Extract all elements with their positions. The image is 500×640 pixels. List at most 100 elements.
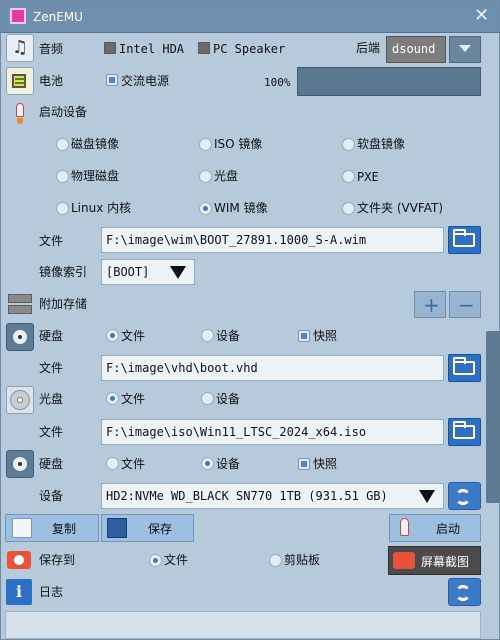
app-icon [10, 8, 26, 24]
log-area[interactable] [5, 611, 481, 639]
folder-icon [453, 357, 475, 375]
boot-option-label: 软盘镜像 [357, 137, 406, 151]
disk1-browse-button[interactable] [448, 354, 481, 382]
rocket-icon [10, 102, 30, 126]
remove-storage-button[interactable]: − [449, 291, 481, 318]
disk1-snapshot-label: 快照 [313, 329, 338, 343]
info-icon: i [6, 579, 32, 605]
disk2-file-label: 文件 [121, 457, 146, 471]
disk2-device-field-label: 设备 [39, 489, 64, 503]
cd-file-input[interactable]: F:\image\iso\Win11_LTSC_2024_x64.iso [101, 419, 444, 445]
screenshot-file-label: 文件 [164, 553, 189, 567]
folder-icon [453, 229, 475, 247]
copy-button[interactable]: 复制 [5, 514, 99, 542]
log-label: 日志 [39, 585, 64, 599]
backend-select[interactable]: dsound [386, 36, 446, 63]
intel-hda-label: Intel HDA [119, 42, 185, 56]
disk2-device-select[interactable]: HD2:NVMe WD_BLACK SN770 1TB (931.51 GB) [101, 483, 444, 509]
disk2-file-radio[interactable] [106, 457, 119, 470]
close-icon: ✕ [474, 5, 490, 26]
screenshot-button[interactable]: 屏幕截图 [388, 546, 481, 575]
disk1-snapshot-checkbox[interactable] [298, 330, 310, 342]
screenshot-clipboard-radio[interactable] [269, 554, 282, 567]
boot-file-label: 文件 [39, 234, 64, 248]
boot-option-radio[interactable] [199, 138, 212, 151]
boot-option-label: Linux 内核 [71, 201, 132, 215]
folder-icon [453, 421, 475, 439]
server-icon [8, 293, 32, 315]
ac-power-checkbox[interactable] [106, 74, 118, 86]
disk1-file-label: 文件 [121, 329, 146, 343]
screenshot-clipboard-label: 剪贴板 [284, 553, 321, 567]
app-title: ZenEMU [33, 10, 83, 24]
disk1-file-radio[interactable] [106, 329, 119, 342]
disk2-refresh-button[interactable] [448, 482, 481, 510]
battery-level-bar[interactable] [297, 67, 481, 96]
camera-icon [393, 552, 415, 569]
boot-option-radio[interactable] [342, 202, 355, 215]
boot-option-radio-selected[interactable] [199, 202, 212, 215]
add-storage-button[interactable]: + [414, 291, 446, 318]
boot-option-radio[interactable] [56, 202, 69, 215]
boot-option-label: 磁盘镜像 [71, 137, 120, 151]
refresh-icon [455, 585, 471, 601]
cd-file-radio[interactable] [106, 392, 119, 405]
boot-file-input[interactable]: F:\image\wim\BOOT_27891.1000_S-A.wim [101, 227, 444, 253]
boot-option-radio[interactable] [56, 170, 69, 183]
hard-disk-icon [6, 450, 34, 478]
battery-icon [6, 67, 34, 95]
pc-speaker-checkbox[interactable] [198, 42, 210, 54]
cd-type-label: 光盘 [39, 392, 64, 406]
start-button[interactable]: 启动 [389, 514, 481, 542]
boot-device-label: 启动设备 [39, 105, 88, 119]
refresh-icon [455, 489, 471, 505]
disk1-file-input[interactable]: F:\image\vhd\boot.vhd [101, 355, 444, 381]
boot-option-label: PXE [357, 170, 379, 184]
optical-disc-icon [6, 386, 34, 414]
close-button[interactable]: ✕ [471, 5, 493, 27]
disk2-type-label: 硬盘 [39, 457, 64, 471]
boot-option-radio[interactable] [342, 138, 355, 151]
cd-device-radio[interactable] [201, 392, 214, 405]
chevron-down-icon [170, 266, 186, 279]
boot-option-radio[interactable] [342, 170, 355, 183]
camera-icon [7, 551, 31, 569]
save-button[interactable]: 保存 [101, 514, 194, 542]
backend-dropdown-button[interactable] [449, 36, 481, 63]
save-to-label: 保存到 [39, 553, 76, 567]
copy-icon [12, 518, 32, 538]
ac-power-label: 交流电源 [121, 74, 170, 88]
disk2-snapshot-label: 快照 [313, 457, 338, 471]
disk1-device-label: 设备 [216, 329, 241, 343]
chevron-down-icon [419, 490, 435, 503]
plus-icon: + [423, 293, 440, 317]
disk2-device-label: 设备 [216, 457, 241, 471]
scrollbar-thumb[interactable] [486, 331, 500, 503]
boot-option-radio[interactable] [56, 138, 69, 151]
intel-hda-checkbox[interactable] [104, 42, 116, 54]
disk1-device-radio[interactable] [201, 329, 214, 342]
log-refresh-button[interactable] [448, 578, 481, 606]
disk2-device-radio[interactable] [201, 457, 214, 470]
disk2-snapshot-checkbox[interactable] [298, 458, 310, 470]
boot-option-label: 物理磁盘 [71, 169, 120, 183]
boot-option-label: 文件夹 (VVFAT) [357, 201, 444, 215]
music-note-icon: ♫ [6, 34, 34, 62]
boot-file-browse-button[interactable] [448, 226, 481, 254]
cd-browse-button[interactable] [448, 418, 481, 446]
disk1-type-label: 硬盘 [39, 329, 64, 343]
boot-option-label: WIM 镜像 [214, 201, 268, 215]
screenshot-file-radio[interactable] [149, 554, 162, 567]
chevron-down-icon [459, 45, 471, 52]
title-bar[interactable]: ZenEMU ✕ [1, 1, 499, 33]
hard-disk-icon [6, 323, 34, 351]
boot-option-label: 光盘 [214, 169, 239, 183]
main-window: ZenEMU ✕ ♫ 音频 Intel HDA PC Speaker 后端 ds… [0, 0, 500, 640]
rocket-icon [400, 518, 409, 536]
boot-option-radio[interactable] [199, 170, 212, 183]
audio-label: 音频 [39, 42, 64, 56]
battery-level-text: 100% [264, 76, 291, 89]
cd-device-label: 设备 [216, 392, 241, 406]
additional-storage-label: 附加存储 [39, 297, 88, 311]
image-index-select[interactable]: [BOOT] [101, 259, 195, 285]
